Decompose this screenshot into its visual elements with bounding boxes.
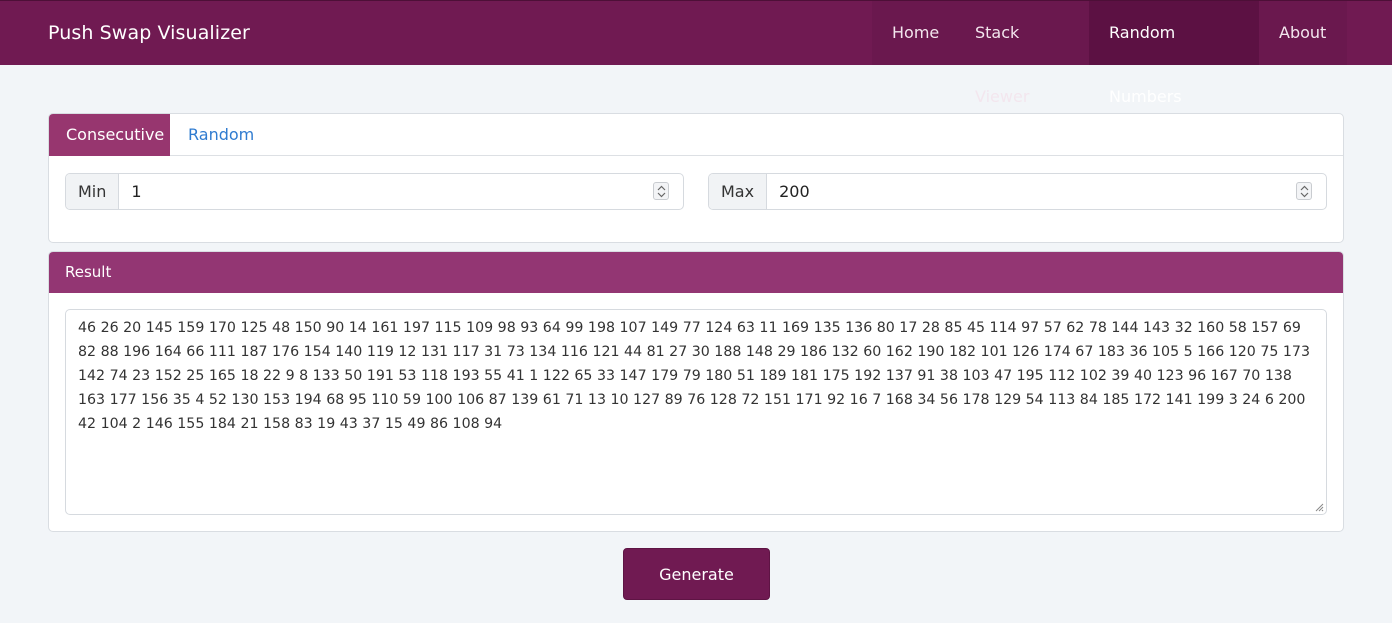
mode-tabs: Consecutive Random xyxy=(49,114,1343,156)
nav-item-random-numbers[interactable]: Random Numbers xyxy=(1089,1,1259,106)
navbar: Push Swap Visualizer Home Stack Viewer R… xyxy=(0,0,1392,106)
max-label: Max xyxy=(709,174,768,209)
result-text: 46 26 20 145 159 170 125 48 150 90 14 16… xyxy=(78,320,1310,432)
tab-consecutive[interactable]: Consecutive xyxy=(49,114,170,156)
result-header: Result xyxy=(49,252,1343,293)
tab-random[interactable]: Random xyxy=(171,114,271,156)
result-card: Result 46 26 20 145 159 170 125 48 150 9… xyxy=(48,251,1344,532)
nav-menu: Home Stack Viewer Random Numbers About xyxy=(872,1,1347,106)
max-input[interactable] xyxy=(767,174,1296,209)
min-label: Min xyxy=(66,174,120,209)
min-input[interactable] xyxy=(119,174,653,209)
generate-button[interactable]: Generate xyxy=(623,548,770,600)
nav-item-about[interactable]: About xyxy=(1259,1,1347,65)
nav-item-home[interactable]: Home xyxy=(872,1,955,65)
number-spinner-icon[interactable] xyxy=(1296,182,1312,200)
brand-title[interactable]: Push Swap Visualizer xyxy=(48,1,250,65)
number-spinner-icon[interactable] xyxy=(653,182,669,200)
nav-item-stack-viewer[interactable]: Stack Viewer xyxy=(955,1,1089,106)
min-input-group: Min xyxy=(65,173,684,210)
max-input-group: Max xyxy=(708,173,1327,210)
range-card: Consecutive Random Min Max xyxy=(48,113,1344,243)
result-textarea[interactable]: 46 26 20 145 159 170 125 48 150 90 14 16… xyxy=(65,309,1327,515)
resize-handle-icon[interactable] xyxy=(1314,502,1324,512)
